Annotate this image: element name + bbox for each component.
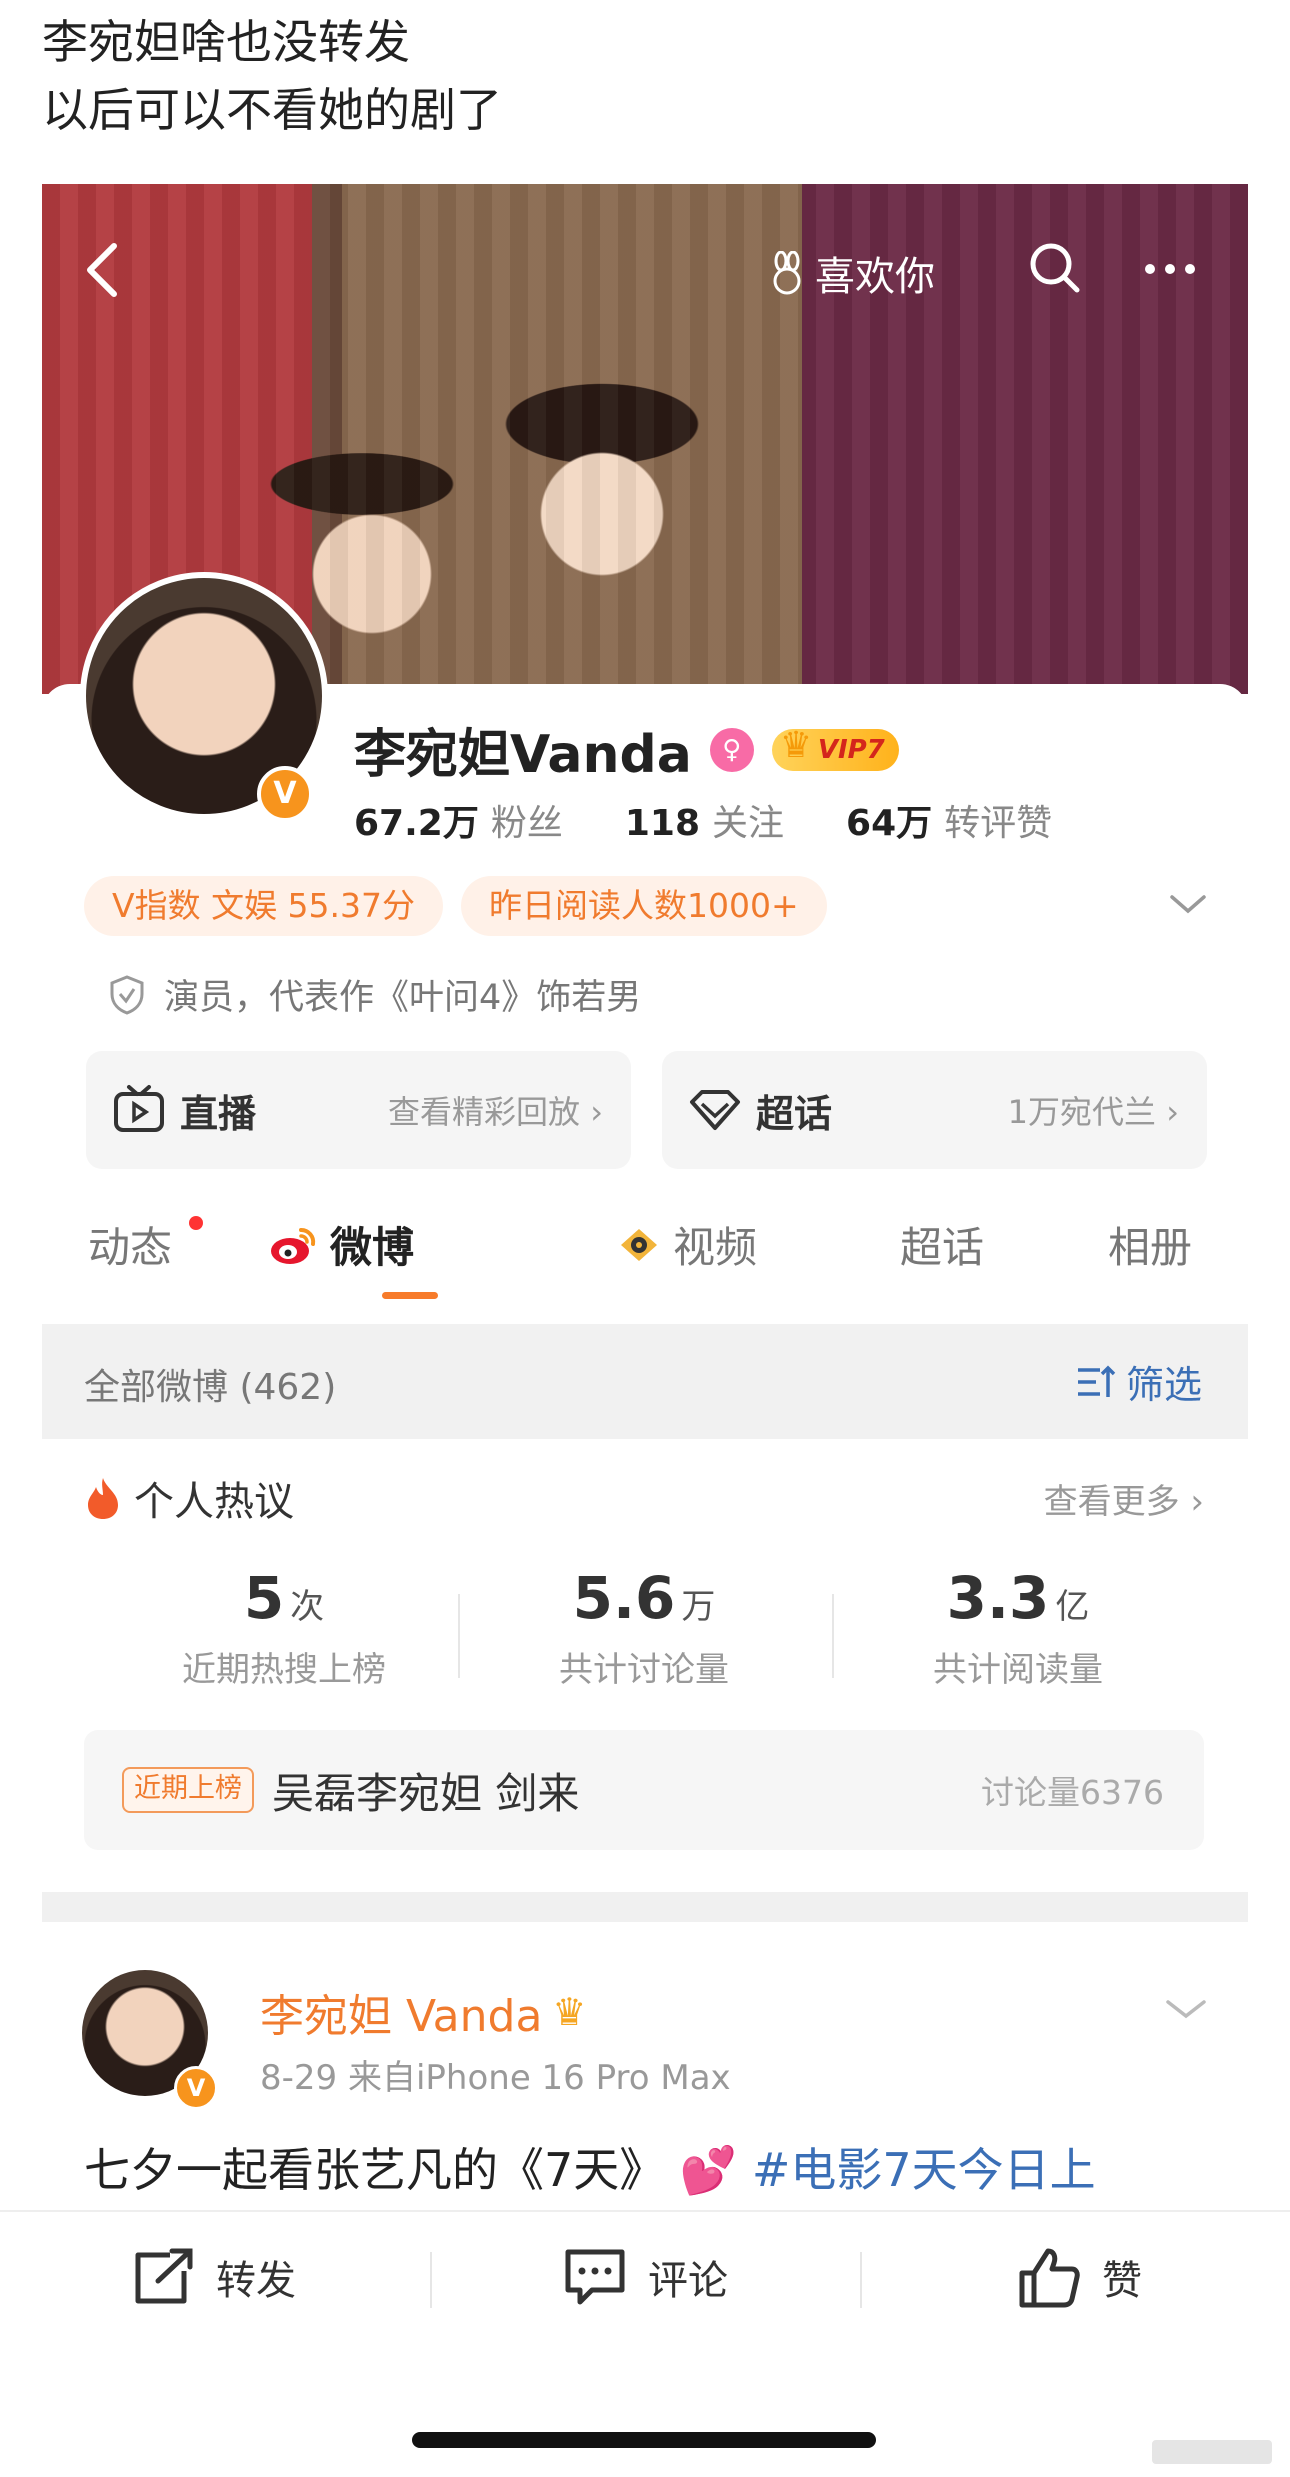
tv-icon <box>114 1085 164 1132</box>
like-you-label: 喜欢你 <box>815 254 935 300</box>
metric-reads: 3.3 亿 共计阅读量 <box>868 1564 1168 1691</box>
comment-label: 评论 <box>648 2258 728 2304</box>
repost-button[interactable]: 转发 <box>130 2212 296 2342</box>
see-more-link[interactable]: 查看更多 › <box>1044 1474 1204 1523</box>
search-icon[interactable] <box>1027 240 1083 296</box>
profile-tabs: 动态 微博 视频 超话 相册 <box>42 1214 1248 1304</box>
trending-topic-row[interactable]: 近期上榜 吴磊李宛妲 剑来 讨论量6376 <box>84 1730 1204 1850</box>
unread-dot <box>189 1216 203 1230</box>
all-posts-count[interactable]: 全部微博 (462) <box>84 1358 336 1410</box>
weibo-logo-icon <box>271 1227 316 1264</box>
like-label: 赞 <box>1102 2258 1142 2304</box>
rabbit-icon <box>773 251 801 295</box>
stats-row: 67.2万 粉丝 118 关注 64万 转评赞 <box>354 794 1052 846</box>
trending-topic: 吴磊李宛妲 剑来 <box>272 1768 580 1818</box>
post-topic-link[interactable]: #电影7天今日上 <box>752 2143 1096 2197</box>
reads-tag[interactable]: 昨日阅读人数1000+ <box>461 876 827 936</box>
divider <box>832 1594 834 1678</box>
profile-tags: V指数 文娱 55.37分 昨日阅读人数1000+ <box>84 876 827 936</box>
live-subtitle: 查看精彩回放 › <box>388 1093 603 1131</box>
post-caption: 李宛妲啥也没转发 以后可以不看她的剧了 <box>42 8 502 144</box>
post-text: 七夕一起看张艺凡的《7天》 💕 #电影7天今日上 <box>84 2134 1096 2200</box>
recent-trending-badge: 近期上榜 <box>122 1767 254 1813</box>
metric-discussions: 5.6 万 共计讨论量 <box>494 1564 794 1691</box>
weibo-profile-screenshot: 喜欢你 V 李宛妲Vanda ♀ VIP7 67.2万粉丝 118关注 64万转… <box>42 184 1248 2214</box>
share-icon <box>135 2248 193 2304</box>
caption-line-1: 李宛妲啥也没转发 <box>42 15 410 69</box>
name-row: 李宛妲Vanda ♀ VIP7 <box>354 712 899 787</box>
hot-discussion-title: 个人热议 <box>134 1479 294 1525</box>
filter-button[interactable]: 筛选 <box>1074 1354 1202 1409</box>
home-indicator[interactable] <box>412 2432 876 2448</box>
tab-album[interactable]: 相册 <box>1108 1214 1192 1275</box>
divider <box>430 2252 432 2308</box>
filter-bar: 全部微博 (462) 筛选 <box>42 1324 1248 1439</box>
tab-feed[interactable]: 动态 <box>88 1214 172 1275</box>
metric-unit: 次 <box>290 1587 325 1627</box>
profile-description: 演员，代表作《叶问4》饰若男 <box>164 978 642 1018</box>
shield-icon <box>110 974 144 1015</box>
divider <box>458 1594 460 1678</box>
comment-icon <box>565 2249 625 2305</box>
following-stat[interactable]: 118 关注 <box>625 794 784 846</box>
profile-card: V 李宛妲Vanda ♀ VIP7 67.2万粉丝 118关注 64万转评赞 V… <box>42 572 1248 2214</box>
watermark <box>1152 2440 1272 2464</box>
metric-unit: 万 <box>681 1587 716 1627</box>
fire-icon <box>88 1478 118 1519</box>
metric-value: 5 <box>243 1564 285 1632</box>
active-tab-indicator <box>382 1292 438 1299</box>
divider <box>860 2252 862 2308</box>
post-author[interactable]: 李宛妲 Vanda ♛ <box>260 1980 587 2044</box>
v-index-tag[interactable]: V指数 文娱 55.37分 <box>84 876 444 936</box>
interactions-stat[interactable]: 64万 转评赞 <box>846 794 1052 846</box>
profile-name: 李宛妲Vanda <box>354 725 692 785</box>
supertopic-subtitle: 1万宛代兰 › <box>1007 1093 1179 1131</box>
post-author-name: 李宛妲 Vanda <box>260 1991 543 2042</box>
tab-video-label: 视频 <box>673 1223 758 1272</box>
chevron-down-icon[interactable] <box>1164 1994 1208 2024</box>
post-action-bar: 转发 评论 赞 <box>0 2210 1290 2342</box>
comment-button[interactable]: 评论 <box>562 2212 728 2342</box>
hot-discussion-header: 个人热议 <box>84 1469 294 1527</box>
back-icon[interactable] <box>80 240 124 300</box>
supertopic-title: 超话 <box>756 1091 833 1136</box>
post-verified-badge: V <box>174 2066 218 2110</box>
live-title: 直播 <box>180 1091 257 1136</box>
metric-label: 共计讨论量 <box>559 1650 729 1690</box>
followers-stat[interactable]: 67.2万 粉丝 <box>354 794 563 846</box>
metric-unit: 亿 <box>1055 1587 1090 1627</box>
section-divider <box>42 1892 1248 1922</box>
crown-icon: ♛ <box>552 1990 587 2034</box>
metric-value: 5.6 <box>572 1564 676 1632</box>
caption-line-2: 以后可以不看她的剧了 <box>42 83 502 137</box>
thumbs-up-icon <box>1019 2248 1080 2308</box>
tab-video[interactable]: 视频 <box>617 1214 757 1275</box>
like-button[interactable]: 赞 <box>1016 2212 1142 2342</box>
tab-weibo[interactable]: 微博 <box>268 1214 414 1275</box>
metric-label: 近期热搜上榜 <box>182 1650 386 1690</box>
metric-trending: 5次 近期热搜上榜 <box>134 1564 434 1691</box>
live-entry[interactable]: 直播 查看精彩回放 › <box>86 1051 631 1169</box>
description-row: 演员，代表作《叶问4》饰若男 <box>108 969 641 1020</box>
chevron-down-icon[interactable] <box>1168 889 1208 919</box>
video-icon <box>621 1228 657 1261</box>
vip-badge[interactable]: VIP7 <box>771 725 899 771</box>
metric-value: 3.3 <box>946 1564 1050 1632</box>
filter-label: 筛选 <box>1125 1363 1202 1407</box>
member-icon[interactable]: ♀ <box>709 727 754 772</box>
metric-label: 共计阅读量 <box>933 1650 1103 1690</box>
diamond-icon <box>690 1090 740 1130</box>
post-text-body: 七夕一起看张艺凡的《7天》 <box>84 2143 666 2197</box>
filter-icon <box>1077 1365 1116 1397</box>
post-meta: 8-29 来自iPhone 16 Pro Max <box>260 2058 731 2098</box>
verified-badge: V <box>257 766 313 822</box>
repost-label: 转发 <box>216 2258 296 2304</box>
supertopic-entry[interactable]: 超话 1万宛代兰 › <box>662 1051 1207 1169</box>
hearts-emoji: 💕 <box>679 2143 738 2197</box>
tab-weibo-label: 微博 <box>330 1223 415 1272</box>
discussion-count: 讨论量6376 <box>981 1773 1164 1812</box>
more-icon[interactable] <box>1140 254 1200 284</box>
like-you-button[interactable]: 喜欢你 <box>767 244 935 302</box>
tab-supertopic[interactable]: 超话 <box>900 1214 984 1275</box>
